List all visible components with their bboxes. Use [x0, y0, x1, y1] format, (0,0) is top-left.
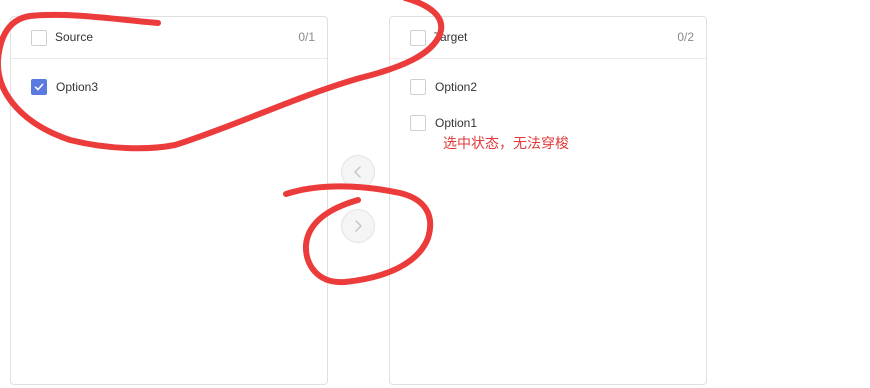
annotation-note: 选中状态，无法穿梭: [443, 136, 569, 152]
move-to-left-button[interactable]: [341, 155, 375, 189]
target-list-item[interactable]: Option1: [390, 111, 706, 135]
target-panel-header: Target 0/2: [390, 17, 706, 59]
option3-checkbox[interactable]: [31, 79, 47, 95]
source-panel-header: Source 0/1: [11, 17, 327, 59]
move-to-right-button[interactable]: [341, 209, 375, 243]
chevron-left-icon: [354, 166, 361, 178]
target-count: 0/2: [677, 30, 694, 44]
option3-label: Option3: [56, 80, 99, 94]
target-select-all-checkbox[interactable]: [410, 30, 426, 46]
target-list-item[interactable]: Option2: [390, 75, 706, 99]
option1-checkbox[interactable]: [410, 115, 426, 131]
checkmark-icon: [34, 83, 44, 91]
source-title: Source: [55, 30, 94, 44]
source-panel: Source 0/1 Option3: [10, 16, 328, 385]
option1-label: Option1: [435, 116, 478, 130]
option2-label: Option2: [435, 80, 478, 94]
chevron-right-icon: [355, 220, 362, 232]
source-select-all-checkbox[interactable]: [31, 30, 47, 46]
source-list-item[interactable]: Option3: [11, 75, 327, 99]
target-panel: Target 0/2 Option2 Option1: [389, 16, 707, 385]
target-title: Target: [434, 30, 468, 44]
source-count: 0/1: [298, 30, 315, 44]
option2-checkbox[interactable]: [410, 79, 426, 95]
